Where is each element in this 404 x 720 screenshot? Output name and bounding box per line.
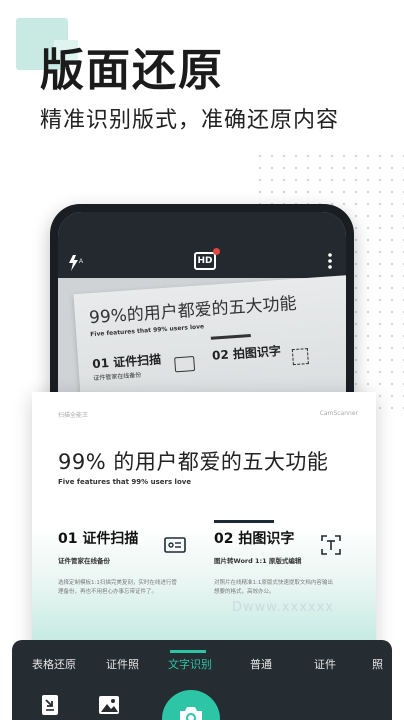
flash-auto-icon[interactable]: A: [68, 254, 86, 272]
notification-dot: [213, 248, 220, 255]
tab-table-restore[interactable]: 表格还原: [32, 656, 76, 672]
camera-top-bar: A HD: [58, 212, 346, 278]
preview-feature1-sub: 证件管家在线备份: [93, 371, 142, 383]
camera-mode-bar: 表格还原 证件照 文字识别 普通 证件 照: [12, 640, 392, 720]
text-scan-icon: [320, 534, 342, 556]
tab-id-photo[interactable]: 证件照: [106, 656, 139, 672]
preview-feature1-title: 01 证件扫描: [91, 352, 162, 372]
id-card-icon: [164, 534, 186, 556]
doc-subtitle: Five features that 99% users love: [58, 478, 192, 486]
doc-header-left: 扫描全能王: [58, 412, 89, 419]
tab-photo[interactable]: 照: [372, 656, 383, 672]
tab-normal[interactable]: 普通: [250, 656, 272, 672]
feature-id-scan: 01 证件扫描 证件管家在线备份 选择定制模板1:1扫描完美复刻，实时在线进行管…: [58, 528, 208, 597]
feature-description: 对照片在线精准1:1原版式快速提取文档内容输出想要的格式，高效办公。: [214, 580, 333, 595]
feature-accent-bar: [214, 520, 274, 523]
text-scan-icon: [291, 348, 309, 366]
preview-title: 99%的用户都爱的五大功能: [88, 293, 298, 329]
doc-title: 99% 的用户都爱的五大功能: [58, 450, 329, 474]
tab-text-recognition[interactable]: 文字识别: [168, 656, 212, 672]
gallery-icon[interactable]: [98, 694, 120, 716]
feature-image-to-text: 02 拍图识字 图片转Word 1:1 原版式编辑 对照片在线精准1:1原版式快…: [214, 520, 364, 597]
hd-icon[interactable]: HD: [194, 248, 220, 270]
import-document-icon[interactable]: [40, 694, 62, 716]
preview-accent-bar: [210, 334, 251, 340]
doc-header-right: CamScanner: [319, 410, 358, 417]
hero-subtitle: 精准识别版式，准确还原内容: [40, 108, 340, 133]
watermark: Dwww.xxxxxx: [232, 600, 335, 615]
tab-id[interactable]: 证件: [314, 656, 336, 672]
svg-text:A: A: [79, 259, 83, 265]
more-vertical-icon[interactable]: [328, 252, 332, 270]
hero-title: 版面还原: [40, 45, 224, 96]
camera-icon: [180, 707, 202, 720]
preview-feature2-title: 02 拍图识字: [211, 343, 282, 363]
feature-description: 选择定制模板1:1扫描完美复刻，实时在线进行管理备份，再也不用担心办事忘带证件了…: [58, 580, 177, 595]
feature-subtitle: 证件管家在线备份: [58, 557, 110, 565]
hd-label: HD: [197, 256, 213, 266]
mode-tabs: 表格还原 证件照 文字识别 普通 证件 照: [12, 656, 392, 676]
restored-document-card: 扫描全能王 CamScanner 99% 的用户都爱的五大功能 Five fea…: [32, 392, 376, 662]
feature-subtitle: 图片转Word 1:1 原版式编辑: [214, 557, 302, 565]
id-card-icon: [174, 356, 196, 373]
active-tab-indicator: [170, 650, 206, 653]
shutter-button[interactable]: [162, 690, 220, 720]
